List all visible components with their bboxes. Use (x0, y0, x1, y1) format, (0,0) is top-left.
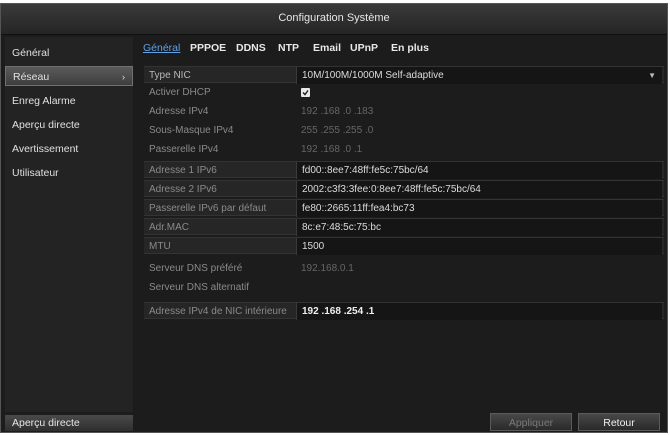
tab-ntp[interactable]: NTP (278, 40, 299, 56)
dropdown-arrow-icon: ▼ (648, 71, 656, 80)
dhcp-label: Activer DHCP (149, 87, 211, 98)
mac-field[interactable]: 8c:e7:48:5c:75:bc (296, 219, 662, 236)
ipv4-address-label: Adresse IPv4 (149, 106, 209, 117)
ipv4-gateway-field: 192 .168 .0 .1 (301, 144, 363, 155)
window-title: Configuration Système (1, 4, 667, 35)
ipv6-address2-row: Adresse 2 IPv6 2002:c3f3:3fee:0:8ee7:48f… (144, 180, 664, 198)
dns-preferred-label: Serveur DNS préféré (149, 263, 243, 274)
sidebar-item-label: Avertissement (12, 143, 79, 155)
dns-alternate-label: Serveur DNS alternatif (149, 282, 250, 293)
dhcp-checkbox[interactable] (301, 88, 310, 97)
ipv4-mask-field: 255 .255 .255 .0 (301, 125, 374, 136)
dhcp-row: Activer DHCP (144, 84, 664, 101)
mac-label: Adr.MAC (149, 222, 190, 233)
tab-ddns[interactable]: DDNS (236, 40, 266, 56)
chevron-right-icon: › (122, 72, 125, 82)
sidebar-item-warning[interactable]: Avertissement (5, 139, 133, 159)
mtu-row: MTU 1500 (144, 237, 664, 255)
ipv4-gateway-label: Passerelle IPv4 (149, 144, 219, 155)
live-view-button[interactable]: Aperçu directe (5, 415, 133, 431)
sidebar-item-user[interactable]: Utilisateur (5, 163, 133, 183)
ipv6-gateway-label: Passerelle IPv6 par défaut (149, 203, 267, 214)
nic-type-label: Type NIC (149, 70, 191, 81)
tab-pppoe[interactable]: PPPOE (190, 40, 226, 56)
ipv6-address2-label: Adresse 2 IPv6 (149, 184, 217, 195)
dhcp-checkbox-cell (296, 84, 662, 101)
ipv4-mask-label: Sous-Masque IPv4 (149, 125, 234, 136)
mtu-field[interactable]: 1500 (296, 238, 662, 255)
back-button[interactable]: Retour (578, 413, 660, 431)
dns-alternate-row: Serveur DNS alternatif (144, 279, 664, 296)
nic-type-value: 10M/100M/1000M Self-adaptive (302, 70, 444, 81)
sidebar-item-label: Réseau (13, 71, 50, 83)
ipv6-gateway-row: Passerelle IPv6 par défaut fe80::2665:11… (144, 199, 664, 217)
sidebar-item-label: Général (12, 47, 50, 59)
ipv4-address-row: Adresse IPv4 192 .168 .0 .183 (144, 103, 664, 120)
sidebar: Général Réseau › Enreg Alarme Aperçu dir… (5, 37, 133, 412)
apply-button[interactable]: Appliquer (490, 413, 572, 431)
sidebar-item-label: Utilisateur (12, 167, 59, 179)
tab-email[interactable]: Email (313, 40, 341, 56)
sidebar-item-live-view[interactable]: Aperçu directe (5, 115, 133, 135)
dns-preferred-row: Serveur DNS préféré 192.168.0.1 (144, 260, 664, 277)
internal-nic-label: Adresse IPv4 de NIC intérieure (149, 306, 287, 317)
nic-type-select[interactable]: 10M/100M/1000M Self-adaptive ▼ (296, 67, 662, 84)
ipv6-address1-label: Adresse 1 IPv6 (149, 165, 217, 176)
ipv6-address2-field[interactable]: 2002:c3f3:3fee:0:8ee7:48ff:fe5c:75bc/64 (296, 181, 662, 198)
tab-general[interactable]: Général (143, 40, 180, 56)
ipv4-address-field: 192 .168 .0 .183 (301, 106, 374, 117)
ipv4-gateway-row: Passerelle IPv4 192 .168 .0 .1 (144, 141, 664, 158)
internal-nic-field[interactable]: 192 .168 .254 .1 (296, 303, 662, 320)
nic-type-row: Type NIC 10M/100M/1000M Self-adaptive ▼ (144, 66, 664, 84)
internal-nic-row: Adresse IPv4 de NIC intérieure 192 .168 … (144, 302, 664, 320)
ipv6-address1-field[interactable]: fd00::8ee7:48ff:fe5c:75bc/64 (296, 162, 662, 179)
dns-preferred-field: 192.168.0.1 (301, 263, 354, 274)
mac-row: Adr.MAC 8c:e7:48:5c:75:bc (144, 218, 664, 236)
tab-more[interactable]: En plus (391, 40, 429, 56)
ipv6-address1-row: Adresse 1 IPv6 fd00::8ee7:48ff:fe5c:75bc… (144, 161, 664, 179)
system-configuration-window: Configuration Système Général Réseau › E… (0, 3, 668, 433)
mtu-label: MTU (149, 241, 171, 252)
ipv6-gateway-field[interactable]: fe80::2665:11ff:fea4:bc73 (296, 200, 662, 217)
ipv4-mask-row: Sous-Masque IPv4 255 .255 .255 .0 (144, 122, 664, 139)
checkmark-icon (302, 90, 309, 96)
sidebar-item-alarm-recording[interactable]: Enreg Alarme (5, 91, 133, 111)
dns-alternate-field (296, 279, 662, 296)
sidebar-item-general[interactable]: Général (5, 43, 133, 63)
tab-upnp[interactable]: UPnP (350, 40, 378, 56)
sidebar-item-label: Aperçu directe (12, 119, 80, 131)
sidebar-item-label: Enreg Alarme (12, 95, 76, 107)
sidebar-item-network[interactable]: Réseau › (5, 66, 133, 86)
